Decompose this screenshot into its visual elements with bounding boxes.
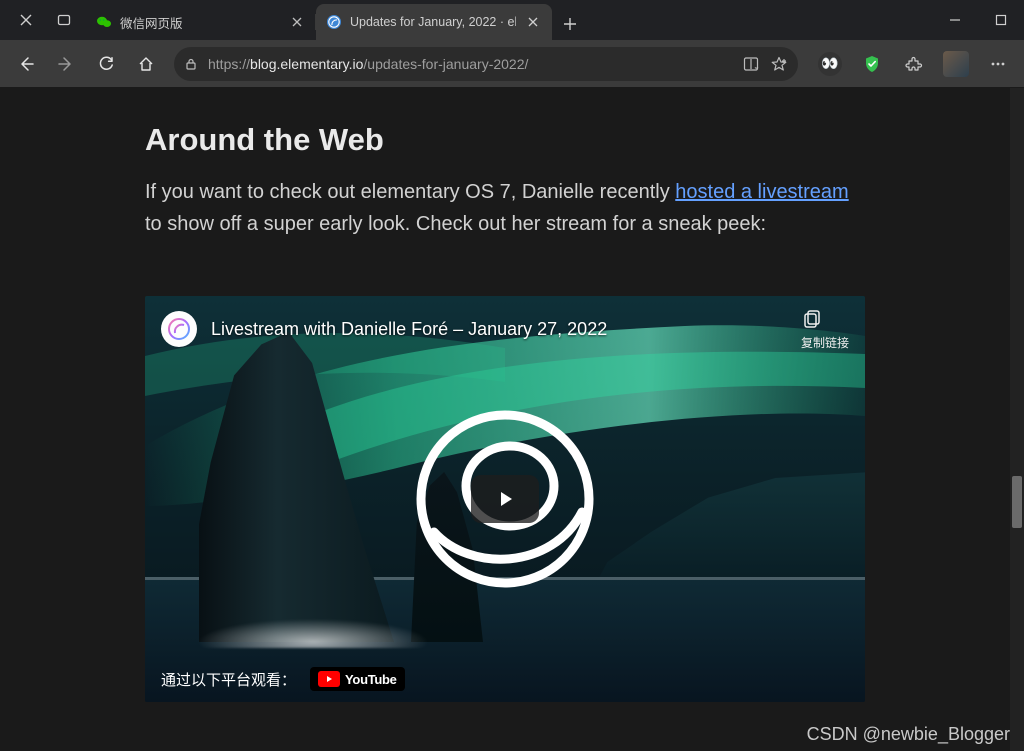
para-before-link: If you want to check out elementary OS 7… — [145, 181, 675, 203]
menu-button[interactable] — [980, 46, 1016, 82]
extension-eyes[interactable]: 👀 — [812, 46, 848, 82]
titlebar-left-controls — [8, 0, 86, 40]
watch-on-label: 通过以下平台观看： — [161, 669, 296, 690]
refresh-button[interactable] — [88, 46, 124, 82]
new-tab-button[interactable] — [554, 8, 586, 40]
youtube-link[interactable]: YouTube — [310, 667, 405, 691]
video-embed[interactable]: Livestream with Danielle Foré – January … — [145, 296, 865, 702]
close-tab-icon[interactable] — [288, 13, 306, 31]
extensions-button[interactable] — [896, 46, 932, 82]
avatar — [943, 51, 969, 77]
tab-wechat[interactable]: 微信网页版 — [86, 4, 316, 40]
elementary-icon — [326, 14, 342, 30]
lock-icon — [184, 57, 198, 71]
scrollbar-thumb[interactable] — [1012, 476, 1022, 528]
profile-button[interactable] — [938, 46, 974, 82]
intro-paragraph: If you want to check out elementary OS 7… — [145, 176, 865, 240]
copy-icon — [801, 308, 849, 330]
tab-label: 微信网页版 — [120, 13, 280, 32]
close-tab-icon[interactable] — [524, 13, 542, 31]
wechat-icon — [96, 14, 112, 30]
address-bar[interactable]: https://blog.elementary.io/updates-for-j… — [174, 47, 798, 81]
back-button[interactable] — [8, 46, 44, 82]
eyes-icon: 👀 — [818, 52, 842, 76]
home-button[interactable] — [128, 46, 164, 82]
minimize-button[interactable] — [932, 0, 978, 40]
youtube-text: YouTube — [345, 672, 397, 687]
url-host: blog.elementary.io — [250, 56, 363, 72]
watermark: CSDN @newbie_Blogger — [807, 724, 1010, 745]
play-area — [405, 399, 605, 599]
url-text: https://blog.elementary.io/updates-for-j… — [208, 56, 732, 72]
browser-window: 微信网页版 Updates for January, 2022 · ele — [0, 0, 1024, 751]
video-copy-link[interactable]: 复制链接 — [801, 308, 849, 351]
sea-foam — [193, 618, 433, 648]
tab-label: Updates for January, 2022 · ele — [350, 15, 516, 29]
tab-overview-icon[interactable] — [50, 6, 78, 34]
reader-mode-icon[interactable] — [742, 55, 760, 73]
titlebar: 微信网页版 Updates for January, 2022 · ele — [0, 0, 1024, 40]
address-actions — [742, 55, 788, 73]
url-prefix: https:// — [208, 56, 250, 72]
para-after-link: to show off a super early look. Check ou… — [145, 213, 766, 235]
section-heading: Around the Web — [145, 122, 865, 158]
copy-label: 复制链接 — [801, 334, 849, 351]
toolbar-right: 👀 — [808, 46, 1016, 82]
extension-shield[interactable] — [854, 46, 890, 82]
youtube-icon — [318, 671, 340, 687]
url-path: /updates-for-january-2022/ — [363, 56, 528, 72]
forward-button[interactable] — [48, 46, 84, 82]
video-top-bar: Livestream with Danielle Foré – January … — [145, 296, 865, 362]
page-content: Around the Web If you want to check out … — [0, 88, 1010, 751]
toolbar: https://blog.elementary.io/updates-for-j… — [0, 40, 1024, 88]
video-bottom-bar: 通过以下平台观看： YouTube — [145, 656, 865, 702]
article: Around the Web If you want to check out … — [145, 88, 865, 702]
video-title[interactable]: Livestream with Danielle Foré – January … — [211, 319, 607, 340]
play-button[interactable] — [471, 475, 539, 523]
viewport: Around the Web If you want to check out … — [0, 88, 1024, 751]
scrollbar-track[interactable] — [1010, 88, 1024, 751]
window-controls — [932, 0, 1024, 40]
channel-logo[interactable] — [161, 311, 197, 347]
maximize-button[interactable] — [978, 0, 1024, 40]
livestream-link[interactable]: hosted a livestream — [675, 181, 848, 203]
close-icon[interactable] — [12, 6, 40, 34]
tab-elementary-blog[interactable]: Updates for January, 2022 · ele — [316, 4, 552, 40]
favorite-icon[interactable] — [770, 55, 788, 73]
tab-strip: 微信网页版 Updates for January, 2022 · ele — [86, 0, 932, 40]
